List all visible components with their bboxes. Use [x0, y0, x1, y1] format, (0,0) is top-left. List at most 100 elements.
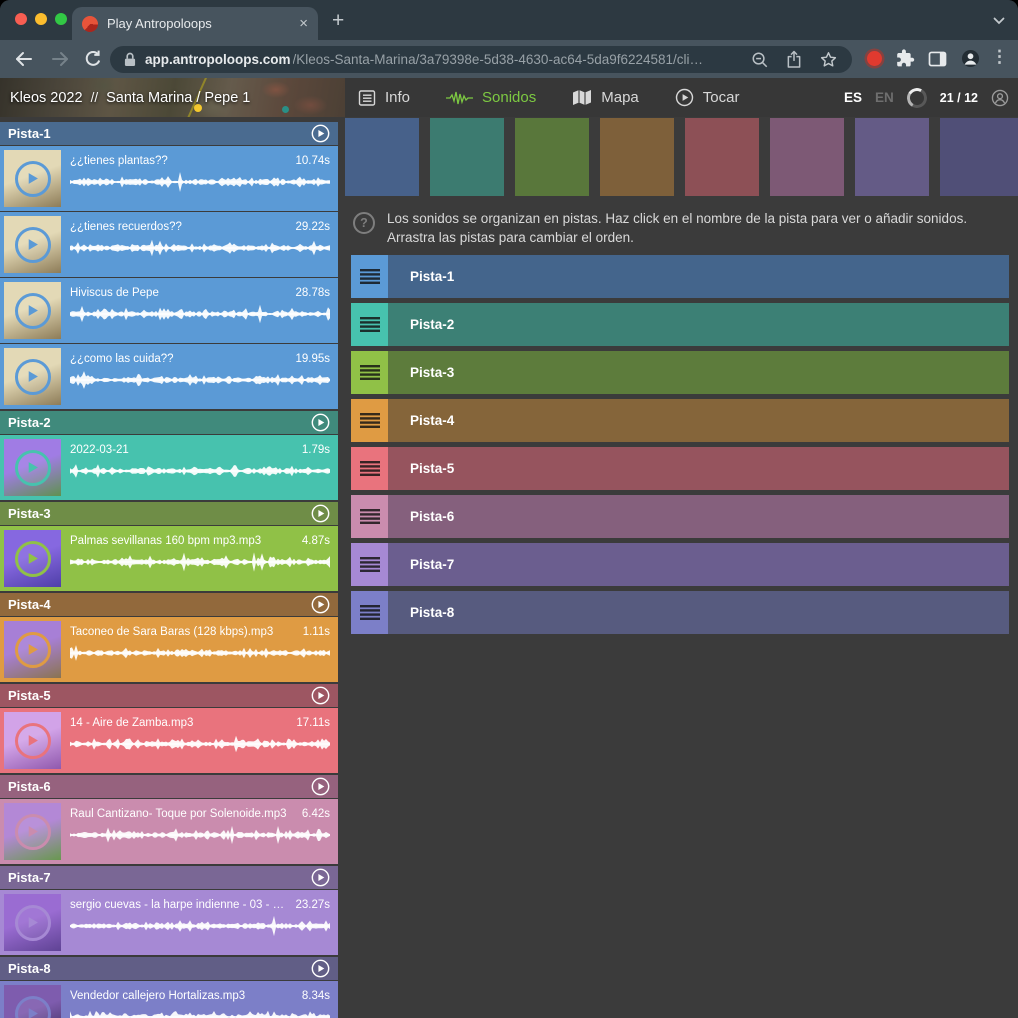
track-row[interactable]: Pista-2 [351, 303, 1009, 346]
clip-thumbnail[interactable] [4, 985, 61, 1018]
drag-handle[interactable] [351, 447, 388, 490]
track-row-body[interactable]: Pista-6 [388, 495, 1009, 538]
drag-handle[interactable] [351, 591, 388, 634]
clip-thumbnail[interactable] [4, 712, 61, 769]
window-minimize-button[interactable] [35, 13, 47, 25]
recording-extension-icon[interactable] [867, 51, 882, 66]
help-question-icon[interactable]: ? [353, 212, 375, 234]
clip-waveform[interactable] [70, 550, 330, 574]
play-icon[interactable] [311, 504, 330, 523]
clip-play-button[interactable] [15, 723, 51, 759]
clip-waveform[interactable] [70, 368, 330, 392]
play-icon[interactable] [311, 777, 330, 796]
clip-play-button[interactable] [15, 227, 51, 263]
audio-clip[interactable]: ¿¿tienes plantas??10.74s [0, 146, 338, 211]
drag-handle[interactable] [351, 399, 388, 442]
clip-thumbnail[interactable] [4, 216, 61, 273]
clip-waveform[interactable] [70, 302, 330, 326]
extensions-puzzle-icon[interactable] [896, 49, 915, 68]
track-row[interactable]: Pista-6 [351, 495, 1009, 538]
audio-clip[interactable]: sergio cuevas - la harpe indienne - 03 -… [0, 890, 338, 955]
clip-play-button[interactable] [15, 293, 51, 329]
clip-play-button[interactable] [15, 541, 51, 577]
lang-es-button[interactable]: ES [844, 90, 862, 105]
profile-avatar-icon[interactable] [961, 49, 980, 68]
track-row[interactable]: Pista-1 [351, 255, 1009, 298]
bookmark-star-icon[interactable] [819, 50, 838, 69]
drag-handle[interactable] [351, 495, 388, 538]
track-name[interactable]: Pista-6 [8, 779, 311, 794]
track-row-body[interactable]: Pista-5 [388, 447, 1009, 490]
track-name[interactable]: Pista-2 [8, 415, 311, 430]
audio-clip[interactable]: ¿¿tienes recuerdos??29.22s [0, 212, 338, 277]
share-icon[interactable] [786, 50, 802, 69]
clip-play-button[interactable] [15, 905, 51, 941]
clip-thumbnail[interactable] [4, 282, 61, 339]
play-icon[interactable] [311, 595, 330, 614]
clip-thumbnail[interactable] [4, 150, 61, 207]
track-row-body[interactable]: Pista-3 [388, 351, 1009, 394]
clip-thumbnail[interactable] [4, 894, 61, 951]
track-name[interactable]: Pista-5 [8, 688, 311, 703]
track-header[interactable]: Pista-6 [0, 775, 338, 798]
clip-thumbnail[interactable] [4, 621, 61, 678]
lang-en-button[interactable]: EN [875, 90, 894, 105]
track-row-body[interactable]: Pista-7 [388, 543, 1009, 586]
track-row-body[interactable]: Pista-4 [388, 399, 1009, 442]
track-name[interactable]: Pista-8 [8, 961, 311, 976]
clip-waveform[interactable] [70, 641, 330, 665]
clip-waveform[interactable] [70, 732, 330, 756]
clip-play-button[interactable] [15, 814, 51, 850]
window-close-button[interactable] [15, 13, 27, 25]
back-button[interactable] [13, 48, 35, 70]
track-header[interactable]: Pista-1 [0, 122, 338, 145]
browser-tab[interactable]: Play Antropoloops × [72, 7, 318, 40]
window-maximize-button[interactable] [55, 13, 67, 25]
play-icon[interactable] [311, 686, 330, 705]
track-row-body[interactable]: Pista-2 [388, 303, 1009, 346]
track-name[interactable]: Pista-4 [8, 597, 311, 612]
audio-clip[interactable]: Vendedor callejero Hortalizas.mp38.34s [0, 981, 338, 1018]
zoom-out-icon[interactable] [751, 51, 769, 69]
map-banner[interactable]: Kleos 2022 // Santa Marina / Pepe 1 [0, 78, 345, 117]
track-name[interactable]: Pista-1 [8, 126, 311, 141]
nav-item-sonidos[interactable]: Sonidos [446, 89, 536, 106]
breadcrumb-project[interactable]: Kleos 2022 [10, 90, 83, 106]
clip-play-button[interactable] [15, 359, 51, 395]
track-row[interactable]: Pista-4 [351, 399, 1009, 442]
nav-item-tocar[interactable]: Tocar [675, 88, 740, 107]
drag-handle[interactable] [351, 543, 388, 586]
play-icon[interactable] [311, 413, 330, 432]
audio-clip[interactable]: 14 - Aire de Zamba.mp317.11s [0, 708, 338, 773]
nav-item-info[interactable]: Info [358, 89, 410, 107]
track-header[interactable]: Pista-2 [0, 411, 338, 434]
play-icon[interactable] [311, 959, 330, 978]
track-row[interactable]: Pista-8 [351, 591, 1009, 634]
track-row[interactable]: Pista-7 [351, 543, 1009, 586]
clip-waveform[interactable] [70, 459, 330, 483]
clip-waveform[interactable] [70, 1005, 330, 1018]
nav-item-mapa[interactable]: Mapa [572, 89, 639, 106]
play-icon[interactable] [311, 868, 330, 887]
clip-play-button[interactable] [15, 996, 51, 1018]
drag-handle[interactable] [351, 351, 388, 394]
track-row[interactable]: Pista-5 [351, 447, 1009, 490]
new-tab-button[interactable]: + [332, 9, 344, 33]
forward-button[interactable] [49, 48, 71, 70]
track-row[interactable]: Pista-3 [351, 351, 1009, 394]
tab-close-icon[interactable]: × [299, 16, 308, 31]
clip-play-button[interactable] [15, 632, 51, 668]
track-row-body[interactable]: Pista-1 [388, 255, 1009, 298]
clip-thumbnail[interactable] [4, 439, 61, 496]
reload-button[interactable] [83, 49, 103, 69]
audio-clip[interactable]: Palmas sevillanas 160 bpm mp3.mp34.87s [0, 526, 338, 591]
track-header[interactable]: Pista-8 [0, 957, 338, 980]
audio-clip[interactable]: Taconeo de Sara Baras (128 kbps).mp31.11… [0, 617, 338, 682]
clip-waveform[interactable] [70, 170, 330, 194]
side-panel-icon[interactable] [928, 51, 947, 67]
clip-thumbnail[interactable] [4, 803, 61, 860]
clip-waveform[interactable] [70, 236, 330, 260]
track-row-body[interactable]: Pista-8 [388, 591, 1009, 634]
track-name[interactable]: Pista-7 [8, 870, 311, 885]
audio-clip[interactable]: 2022-03-211.79s [0, 435, 338, 500]
